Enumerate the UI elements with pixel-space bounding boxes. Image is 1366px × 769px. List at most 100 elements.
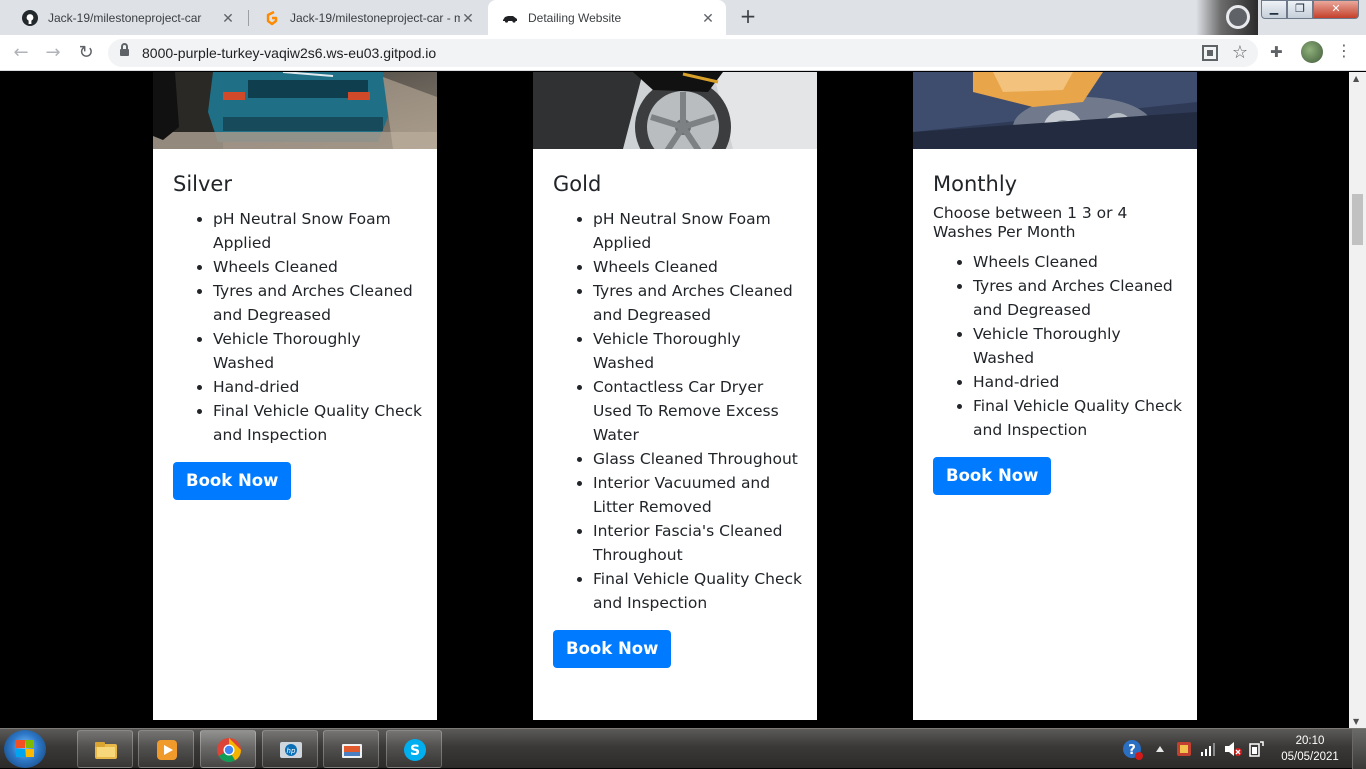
feature-list: pH Neutral Snow Foam Applied Wheels Clea… <box>173 207 423 447</box>
feature-item: pH Neutral Snow Foam Applied <box>213 207 423 255</box>
hp-icon: hp <box>280 742 302 758</box>
more-menu-icon[interactable]: ⋮ <box>1336 41 1352 60</box>
feature-list: Wheels Cleaned Tyres and Arches Cleaned … <box>933 250 1183 442</box>
browser-tab-gitpod[interactable]: Jack-19/milestoneproject-car - m ✕ <box>250 0 486 35</box>
wheel-cleaning-photo <box>533 72 817 149</box>
close-tab-icon[interactable]: ✕ <box>700 10 716 26</box>
headlight-polishing-photo <box>913 72 1197 149</box>
back-arrow-icon[interactable]: ← <box>9 41 33 65</box>
feature-item: Final Vehicle Quality Check and Inspecti… <box>593 567 803 615</box>
package-title: Gold <box>553 172 602 196</box>
card-body: Monthly Choose between 1 3 or 4 Washes P… <box>933 171 1183 495</box>
security-shield-icon[interactable] <box>1176 741 1192 757</box>
feature-item: Wheels Cleaned <box>593 255 803 279</box>
card-body: Gold pH Neutral Snow Foam Applied Wheels… <box>553 171 803 668</box>
skype-icon: S <box>404 739 426 761</box>
car-icon <box>502 10 518 26</box>
feature-item: Interior Vacuumed and Litter Removed <box>593 471 803 519</box>
feature-item: Contactless Car Dryer Used To Remove Exc… <box>593 375 803 447</box>
minimize-window-button[interactable]: ▁ <box>1261 0 1287 19</box>
github-icon <box>22 9 38 26</box>
book-now-button[interactable]: Book Now <box>173 462 292 500</box>
help-alert-icon[interactable]: ? <box>1122 739 1144 761</box>
package-title: Silver <box>173 172 232 196</box>
media-player-icon <box>157 740 177 760</box>
power-battery-icon[interactable] <box>1248 740 1264 758</box>
close-tab-icon[interactable]: ✕ <box>460 10 476 26</box>
qr-code-icon[interactable] <box>1202 45 1218 61</box>
close-window-button[interactable]: ✕ <box>1313 0 1359 19</box>
feature-item: Tyres and Arches Cleaned and Degreased <box>593 279 803 327</box>
reload-icon[interactable]: ↻ <box>74 41 98 65</box>
tab-search-icon[interactable] <box>1226 5 1250 29</box>
start-button[interactable] <box>4 730 46 768</box>
browser-tab-detailing-website[interactable]: Detailing Website ✕ <box>488 0 726 35</box>
tab-title: Jack-19/milestoneproject-car <box>48 10 202 25</box>
browser-tab-github[interactable]: Jack-19/milestoneproject-car ✕ <box>8 0 246 35</box>
book-now-button[interactable]: Book Now <box>933 457 1052 495</box>
feature-item: Tyres and Arches Cleaned and Degreased <box>973 274 1183 322</box>
file-explorer-icon <box>95 742 117 759</box>
forward-arrow-icon[interactable]: → <box>41 41 65 65</box>
show-hidden-icons-icon[interactable] <box>1155 745 1165 753</box>
book-now-button[interactable]: Book Now <box>553 630 672 668</box>
taskbar-media-player[interactable] <box>138 730 194 768</box>
system-clock[interactable]: 20:10 05/05/2021 <box>1274 733 1346 765</box>
feature-list: pH Neutral Snow Foam Applied Wheels Clea… <box>553 207 803 615</box>
paint-icon <box>342 744 362 758</box>
feature-item: Wheels Cleaned <box>973 250 1183 274</box>
taskbar-skype[interactable]: S <box>386 730 442 768</box>
windows-taskbar: hp S ? 20:10 05/05/2021 <box>0 728 1366 769</box>
package-card-monthly: Monthly Choose between 1 3 or 4 Washes P… <box>913 72 1197 720</box>
card-body: Silver pH Neutral Snow Foam Applied Whee… <box>173 171 423 500</box>
feature-item: Final Vehicle Quality Check and Inspecti… <box>213 399 423 447</box>
extensions-puzzle-icon[interactable]: ✚ <box>1270 43 1283 61</box>
taskbar-paint[interactable] <box>323 730 379 768</box>
address-bar[interactable]: 8000-purple-turkey-vaqiw2s6.ws-eu03.gitp… <box>108 39 1258 67</box>
url-text[interactable]: 8000-purple-turkey-vaqiw2s6.ws-eu03.gitp… <box>142 45 436 61</box>
taskbar-file-explorer[interactable] <box>77 730 133 768</box>
tab-title: Detailing Website <box>528 10 622 25</box>
page-viewport: Silver pH Neutral Snow Foam Applied Whee… <box>0 72 1349 728</box>
bookmark-star-icon[interactable]: ☆ <box>1232 42 1248 63</box>
scroll-down-arrow-icon[interactable]: ▼ <box>1353 717 1359 726</box>
show-desktop-button[interactable] <box>1352 729 1366 769</box>
feature-item: Vehicle Thoroughly Washed <box>973 322 1183 370</box>
page-scrollbar[interactable]: ▲ ▼ <box>1349 72 1366 728</box>
tab-title: Jack-19/milestoneproject-car - m <box>290 10 460 25</box>
feature-item: Glass Cleaned Throughout <box>593 447 803 471</box>
feature-item: Interior Fascia's Cleaned Throughout <box>593 519 803 567</box>
scroll-up-arrow-icon[interactable]: ▲ <box>1353 74 1359 83</box>
network-signal-icon[interactable] <box>1200 741 1216 757</box>
feature-item: Tyres and Arches Cleaned and Degreased <box>213 279 423 327</box>
gitpod-icon <box>264 10 280 26</box>
taskbar-chrome[interactable] <box>200 730 256 768</box>
scrollbar-thumb[interactable] <box>1352 194 1363 245</box>
chrome-icon <box>217 738 241 763</box>
browser-toolbar: ← → ↻ 8000-purple-turkey-vaqiw2s6.ws-eu0… <box>0 35 1366 71</box>
maximize-window-button[interactable]: ❐ <box>1287 0 1313 19</box>
feature-item: Vehicle Thoroughly Washed <box>213 327 423 375</box>
profile-avatar[interactable] <box>1301 41 1323 63</box>
package-card-gold: Gold pH Neutral Snow Foam Applied Wheels… <box>533 72 817 720</box>
pressure-washing-photo <box>153 72 437 149</box>
feature-item: Hand-dried <box>213 375 423 399</box>
svg-text:?: ? <box>1128 743 1136 758</box>
clock-date: 05/05/2021 <box>1281 751 1339 763</box>
feature-item: Vehicle Thoroughly Washed <box>593 327 803 375</box>
feature-item: Final Vehicle Quality Check and Inspecti… <box>973 394 1183 442</box>
package-subtitle: Choose between 1 3 or 4 Washes Per Month <box>933 204 1128 241</box>
package-title: Monthly <box>933 172 1018 196</box>
windows-logo-icon <box>16 740 34 757</box>
lock-icon[interactable] <box>120 43 129 57</box>
package-card-silver: Silver pH Neutral Snow Foam Applied Whee… <box>153 72 437 720</box>
svg-text:S: S <box>410 743 420 759</box>
browser-tab-strip: Jack-19/milestoneproject-car ✕ Jack-19/m… <box>0 0 1366 35</box>
volume-muted-icon[interactable] <box>1224 741 1242 757</box>
clock-time: 20:10 <box>1295 735 1325 747</box>
svg-text:hp: hp <box>287 747 296 755</box>
taskbar-hp[interactable]: hp <box>262 730 318 768</box>
new-tab-button[interactable]: + <box>736 5 760 29</box>
close-tab-icon[interactable]: ✕ <box>220 10 236 26</box>
feature-item: pH Neutral Snow Foam Applied <box>593 207 803 255</box>
